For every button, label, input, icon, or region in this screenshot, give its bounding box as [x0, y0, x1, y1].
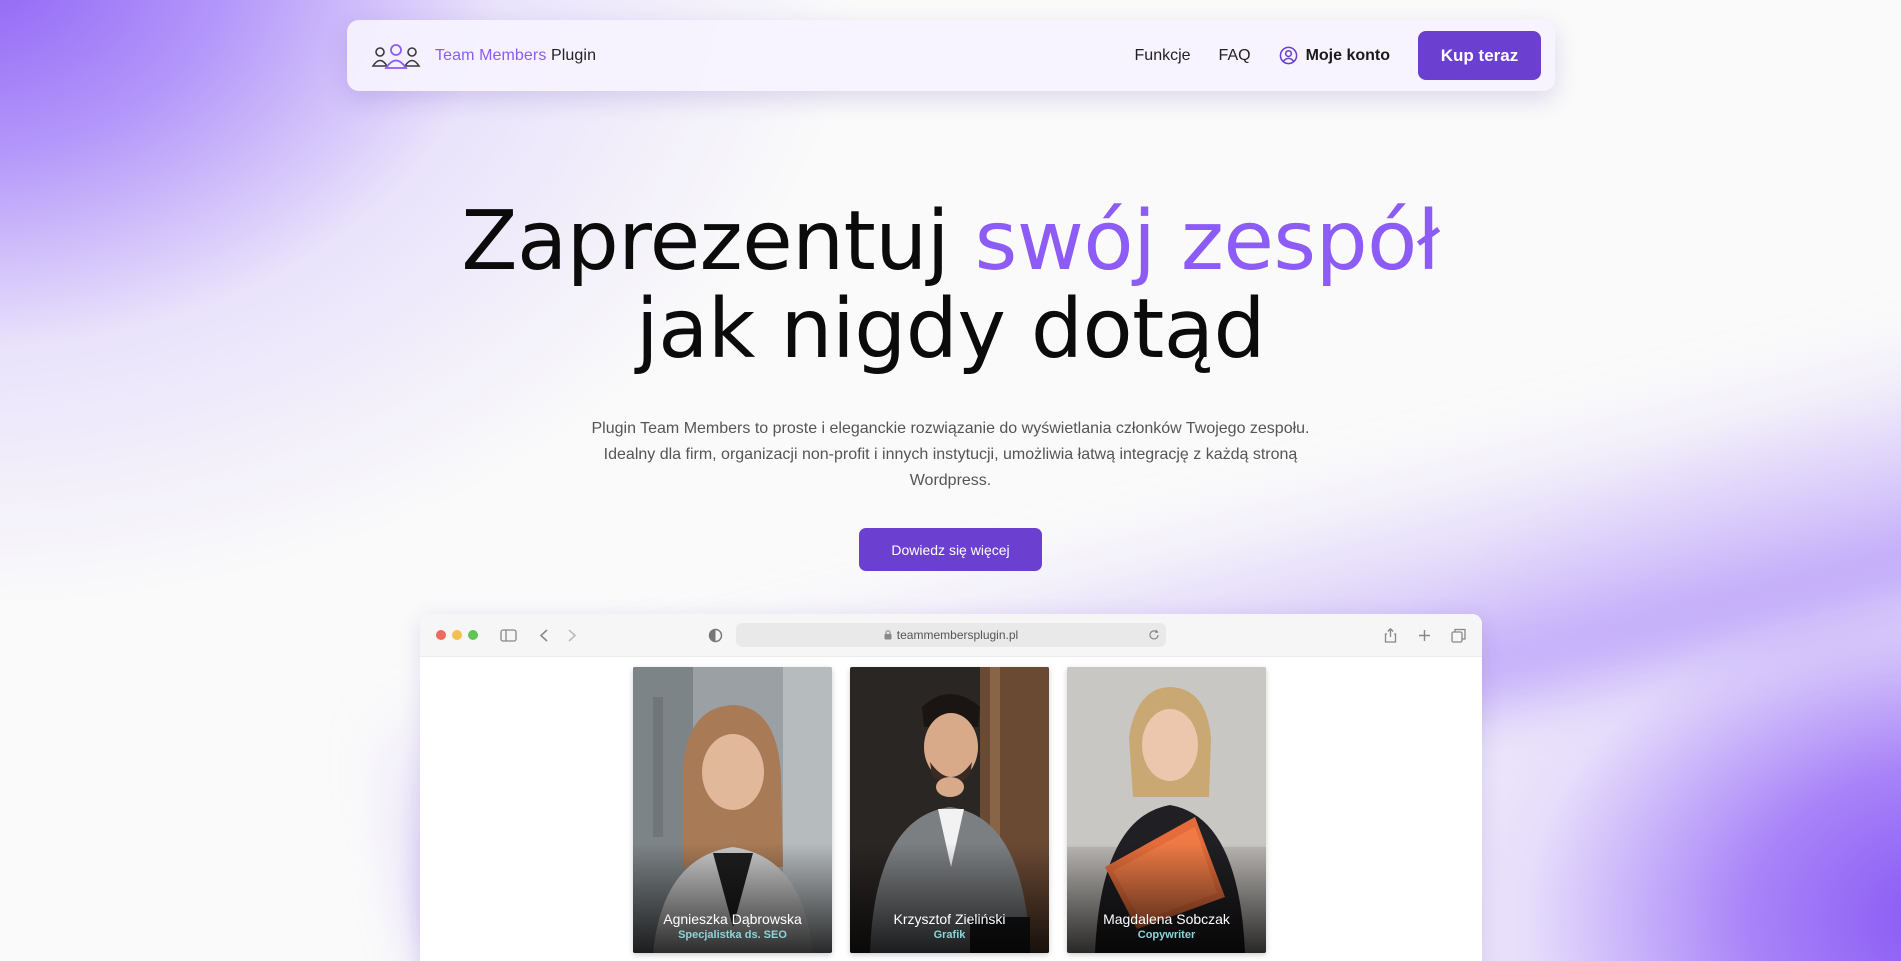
sidebar-icon	[500, 629, 517, 642]
my-account-link[interactable]: Moje konto	[1279, 46, 1390, 65]
member-role: Specjalistka ds. SEO	[678, 929, 787, 941]
minimize-dot-icon	[452, 630, 462, 640]
team-card[interactable]: Agnieszka Dąbrowska Specjalistka ds. SEO	[633, 667, 832, 953]
top-navbar: Team Members Plugin Funkcje FAQ Moje kon…	[347, 20, 1555, 91]
hero-title: Zaprezentuj swój zespół jak nigdy dotąd	[0, 198, 1901, 374]
my-account-label: Moje konto	[1305, 46, 1390, 64]
member-name: Krzysztof Zieliński	[893, 911, 1006, 927]
member-role: Grafik	[933, 929, 966, 941]
team-cards: Agnieszka Dąbrowska Specjalistka ds. SEO…	[633, 667, 1266, 953]
maximize-dot-icon	[468, 630, 478, 640]
close-dot-icon	[436, 630, 446, 640]
lock-icon	[884, 630, 892, 640]
address-bar[interactable]: teammembersplugin.pl	[736, 623, 1166, 647]
team-card[interactable]: Magdalena Sobczak Copywriter	[1067, 667, 1266, 953]
browser-toolbar: teammembersplugin.pl	[420, 614, 1482, 657]
team-card[interactable]: Krzysztof Zieliński Grafik	[850, 667, 1049, 953]
member-name: Agnieszka Dąbrowska	[663, 911, 802, 927]
hero-description: Plugin Team Members to proste i eleganck…	[591, 420, 1310, 489]
hero-title-accent: swój zespół	[974, 194, 1441, 289]
forward-arrow-icon	[568, 629, 577, 642]
learn-more-button[interactable]: Dowiedz się więcej	[859, 528, 1042, 571]
tabs-overview-icon	[1451, 628, 1466, 643]
nav-link-funkcje[interactable]: Funkcje	[1135, 47, 1191, 65]
new-tab-plus-icon	[1419, 630, 1430, 641]
share-icon	[1384, 627, 1397, 643]
brand-name: Team Members Plugin	[435, 46, 597, 64]
member-name: Magdalena Sobczak	[1103, 911, 1230, 927]
shield-icon	[708, 628, 723, 643]
user-circle-icon	[1279, 46, 1297, 65]
buy-now-button[interactable]: Kup teraz	[1418, 31, 1541, 80]
browser-mockup: teammembersplugin.pl Agnieszka Dąbrowska…	[420, 614, 1482, 961]
hero-section: Zaprezentuj swój zespół jak nigdy dotąd …	[0, 198, 1901, 571]
back-arrow-icon	[539, 629, 548, 642]
member-role: Copywriter	[1137, 929, 1196, 941]
brand[interactable]: Team Members Plugin	[371, 41, 596, 71]
reload-icon	[1149, 629, 1159, 640]
nav-link-faq[interactable]: FAQ	[1219, 47, 1251, 65]
address-bar-url: teammembersplugin.pl	[896, 628, 1019, 642]
hero-title-part1: Zaprezentuj	[461, 194, 950, 289]
main-menu: Funkcje FAQ Moje konto Kup teraz	[1135, 31, 1541, 80]
hero-title-part2: jak nigdy dotąd	[635, 282, 1266, 377]
team-people-icon	[371, 43, 421, 69]
window-controls	[436, 630, 478, 640]
